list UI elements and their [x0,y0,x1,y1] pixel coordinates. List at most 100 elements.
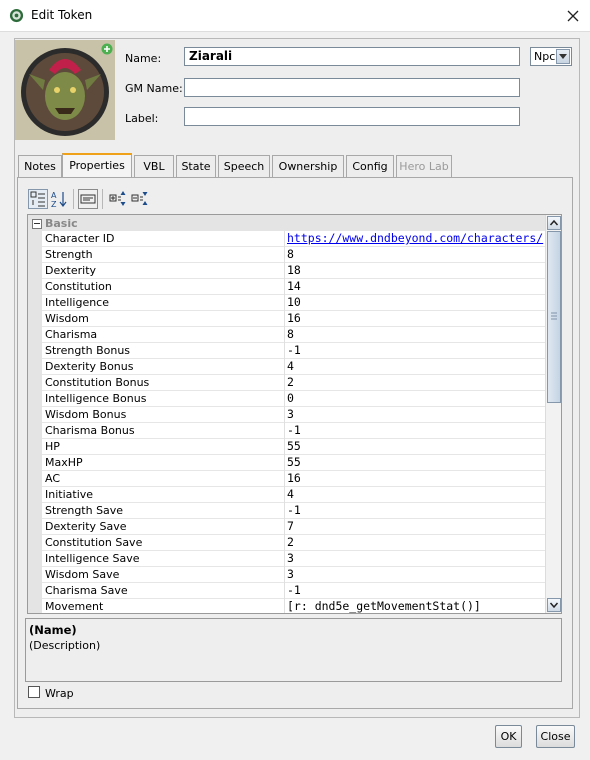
property-value[interactable]: -1 [287,583,545,597]
property-name: Constitution [45,280,112,293]
show-description-icon[interactable] [78,189,98,209]
property-value[interactable]: 55 [287,455,545,469]
close-button[interactable]: Close [536,725,575,748]
property-value[interactable]: 3 [287,567,545,581]
row-gutter [28,455,42,471]
category-row[interactable]: Basic [28,215,545,231]
token-portrait[interactable] [15,40,115,140]
column-divider [284,503,285,519]
table-row[interactable]: Charisma 8 [28,327,545,343]
categorized-view-icon[interactable] [28,189,48,209]
table-row[interactable]: Strength 8 [28,247,545,263]
table-row[interactable]: Dexterity Save 7 [28,519,545,535]
property-name: Initiative [45,488,94,501]
column-divider [284,487,285,503]
collapse-toggle-icon[interactable] [32,219,42,229]
column-divider [284,231,285,247]
table-row[interactable]: Character ID https://www.dndbeyond.com/ch… [28,231,545,247]
table-row[interactable]: HP 55 [28,439,545,455]
table-row[interactable]: Wisdom Bonus 3 [28,407,545,423]
column-divider [284,247,285,263]
table-row[interactable]: Constitution Save 2 [28,535,545,551]
row-gutter [28,359,42,375]
token-type-select[interactable]: Npc [530,47,572,66]
column-divider [284,455,285,471]
column-divider [284,551,285,567]
table-row[interactable]: Initiative 4 [28,487,545,503]
property-value[interactable]: https://www.dndbeyond.com/characters/ [287,231,545,245]
sort-alphabetical-icon[interactable]: A Z [49,189,69,209]
property-value[interactable]: 4 [287,487,545,501]
property-value[interactable]: 4 [287,359,545,373]
property-value[interactable]: -1 [287,343,545,357]
property-value[interactable]: 55 [287,439,545,453]
table-row[interactable]: Wisdom 16 [28,311,545,327]
column-divider [284,375,285,391]
tab-speech[interactable]: Speech [218,155,270,177]
property-value[interactable]: 2 [287,375,545,389]
table-row[interactable]: Intelligence 10 [28,295,545,311]
table-row[interactable]: Movement [r: dnd5e_getMovementStat()] [28,599,545,613]
property-value[interactable]: 2 [287,535,545,549]
table-row[interactable]: Dexterity Bonus 4 [28,359,545,375]
property-value[interactable]: 16 [287,471,545,485]
tab-notes[interactable]: Notes [18,155,62,177]
gm-name-field[interactable] [184,78,520,97]
table-row[interactable]: Constitution Bonus 2 [28,375,545,391]
column-divider [284,295,285,311]
tab-properties[interactable]: Properties [62,153,132,178]
property-value[interactable]: 7 [287,519,545,533]
scroll-down-button[interactable] [547,598,561,612]
property-value[interactable]: -1 [287,503,545,517]
property-value[interactable]: 10 [287,295,545,309]
table-row[interactable]: Constitution 14 [28,279,545,295]
tab-vbl[interactable]: VBL [134,155,174,177]
table-row[interactable]: Wisdom Save 3 [28,567,545,583]
table-row[interactable]: Dexterity 18 [28,263,545,279]
property-name: HP [45,440,60,453]
scroll-up-button[interactable] [547,216,561,230]
property-name: AC [45,472,61,485]
table-row[interactable]: MaxHP 55 [28,455,545,471]
property-name: Strength Bonus [45,344,131,357]
property-name: Charisma [45,328,98,341]
table-row[interactable]: Charisma Save -1 [28,583,545,599]
property-value[interactable]: [r: dnd5e_getMovementStat()] [287,599,545,613]
property-value[interactable]: -1 [287,423,545,437]
property-value[interactable]: 16 [287,311,545,325]
property-value[interactable]: 0 [287,391,545,405]
svg-text:Z: Z [51,200,57,209]
table-row[interactable]: Charisma Bonus -1 [28,423,545,439]
add-image-icon[interactable] [101,43,113,55]
property-value[interactable]: 18 [287,263,545,277]
property-value[interactable]: 8 [287,327,545,341]
column-divider [284,391,285,407]
column-divider [284,343,285,359]
property-name: Charisma Save [45,584,128,597]
property-value[interactable]: 14 [287,279,545,293]
column-divider [284,263,285,279]
property-sheet[interactable]: Basic Character ID https://www.dndbeyond.… [27,214,562,614]
property-value[interactable]: 3 [287,407,545,421]
name-field[interactable]: Ziarali [184,47,520,66]
table-row[interactable]: Strength Save -1 [28,503,545,519]
tab-state[interactable]: State [176,155,216,177]
column-divider [284,359,285,375]
toolbar-separator [73,189,74,209]
vertical-scrollbar[interactable] [545,215,561,613]
table-row[interactable]: Intelligence Save 3 [28,551,545,567]
label-field[interactable] [184,107,520,126]
close-window-icon[interactable] [562,5,584,27]
property-value[interactable]: 8 [287,247,545,261]
collapse-all-icon[interactable] [130,189,150,209]
wrap-checkbox[interactable] [28,686,40,698]
tab-ownership[interactable]: Ownership [272,155,344,177]
tab-config[interactable]: Config [346,155,394,177]
expand-all-icon[interactable] [108,189,128,209]
scroll-thumb[interactable] [547,231,561,403]
table-row[interactable]: Strength Bonus -1 [28,343,545,359]
property-value[interactable]: 3 [287,551,545,565]
ok-button[interactable]: OK [495,725,522,748]
table-row[interactable]: Intelligence Bonus 0 [28,391,545,407]
table-row[interactable]: AC 16 [28,471,545,487]
